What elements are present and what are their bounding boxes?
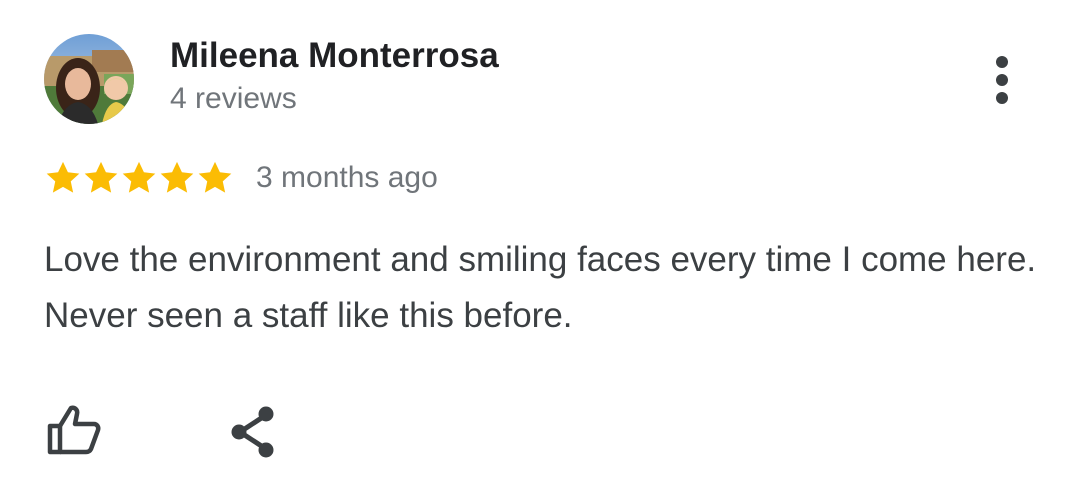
like-button[interactable] — [44, 400, 104, 460]
share-icon — [231, 406, 274, 458]
star-rating — [44, 159, 234, 197]
star-icon — [84, 161, 118, 193]
review-time: 3 months ago — [256, 161, 438, 194]
more-options-button[interactable] — [976, 50, 1028, 110]
author-name[interactable]: Mileena Monterrosa — [170, 36, 499, 76]
star-icon — [160, 161, 194, 193]
review-count[interactable]: 4 reviews — [170, 82, 297, 116]
more-vert-icon — [996, 56, 1008, 104]
review-card: Mileena Monterrosa 4 reviews 3 months ag… — [0, 0, 1080, 496]
avatar-photo — [44, 34, 134, 124]
rating-row: 3 months ago — [44, 158, 438, 198]
star-icon — [198, 161, 232, 193]
star-icon — [46, 161, 80, 193]
share-button[interactable] — [226, 402, 282, 462]
avatar[interactable] — [44, 34, 134, 124]
thumbs-up-icon — [47, 405, 101, 455]
star-icon — [122, 161, 156, 193]
review-text: Love the environment and smiling faces e… — [44, 240, 1037, 335]
